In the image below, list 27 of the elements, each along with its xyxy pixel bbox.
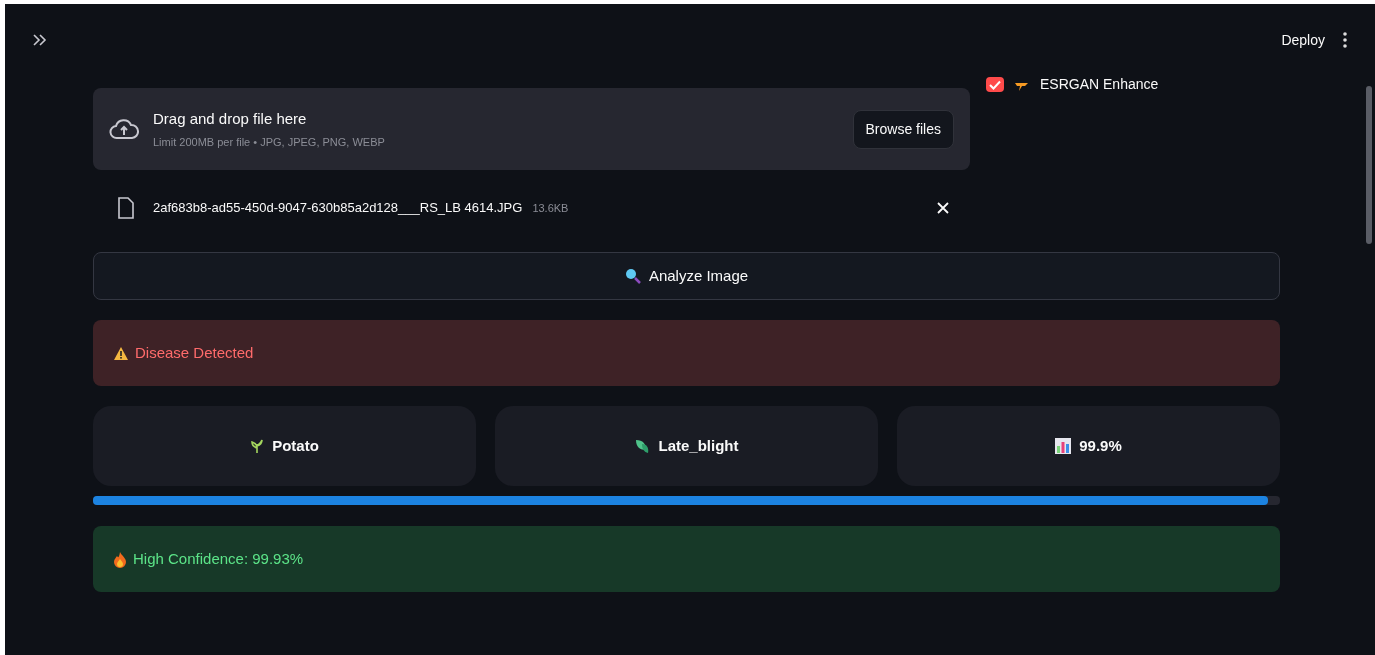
leaves-icon <box>634 438 651 454</box>
browse-files-button[interactable]: Browse files <box>852 109 954 149</box>
magnifier-icon <box>624 268 641 284</box>
more-menu-icon[interactable] <box>1343 32 1347 48</box>
seedling-icon <box>250 438 265 454</box>
warning-icon <box>113 345 129 361</box>
dropzone-title: Drag and drop file here <box>153 108 308 129</box>
cloud-upload-icon <box>109 118 139 140</box>
checkbox[interactable] <box>986 77 1004 92</box>
file-dropzone[interactable]: Drag and drop file here Limit 200MB per file • JPG, JPEG, PNG, WEBP Browse files <box>93 88 970 170</box>
analyze-image-button[interactable]: Analyze Image <box>93 252 1280 300</box>
alert-text: Disease Detected <box>135 342 254 363</box>
metric-value: Late_blight <box>658 435 739 456</box>
metric-value: Potato <box>272 435 319 456</box>
confidence-text: High Confidence: 99.93% <box>133 548 304 569</box>
checkbox-label: ESRGAN Enhance <box>1040 75 1159 94</box>
upload-limit-text: Limit 200MB per file • JPG, JPEG, PNG, WEBP <box>153 135 386 150</box>
close-icon[interactable] <box>936 201 950 215</box>
file-size: 13.6KB <box>532 200 569 216</box>
deploy-button[interactable]: Deploy <box>1277 29 1329 51</box>
file-name: 2af683b8-ad55-450d-9047-630b85a2d128___RS_LB 4614.JPG <box>153 199 523 218</box>
expand-sidebar-icon[interactable] <box>33 34 47 46</box>
flame-icon <box>113 550 127 568</box>
scrollbar[interactable] <box>1366 86 1372 244</box>
bar-chart-icon <box>1055 438 1072 454</box>
metric-value: 99.9% <box>1079 435 1122 456</box>
file-icon <box>117 197 135 219</box>
